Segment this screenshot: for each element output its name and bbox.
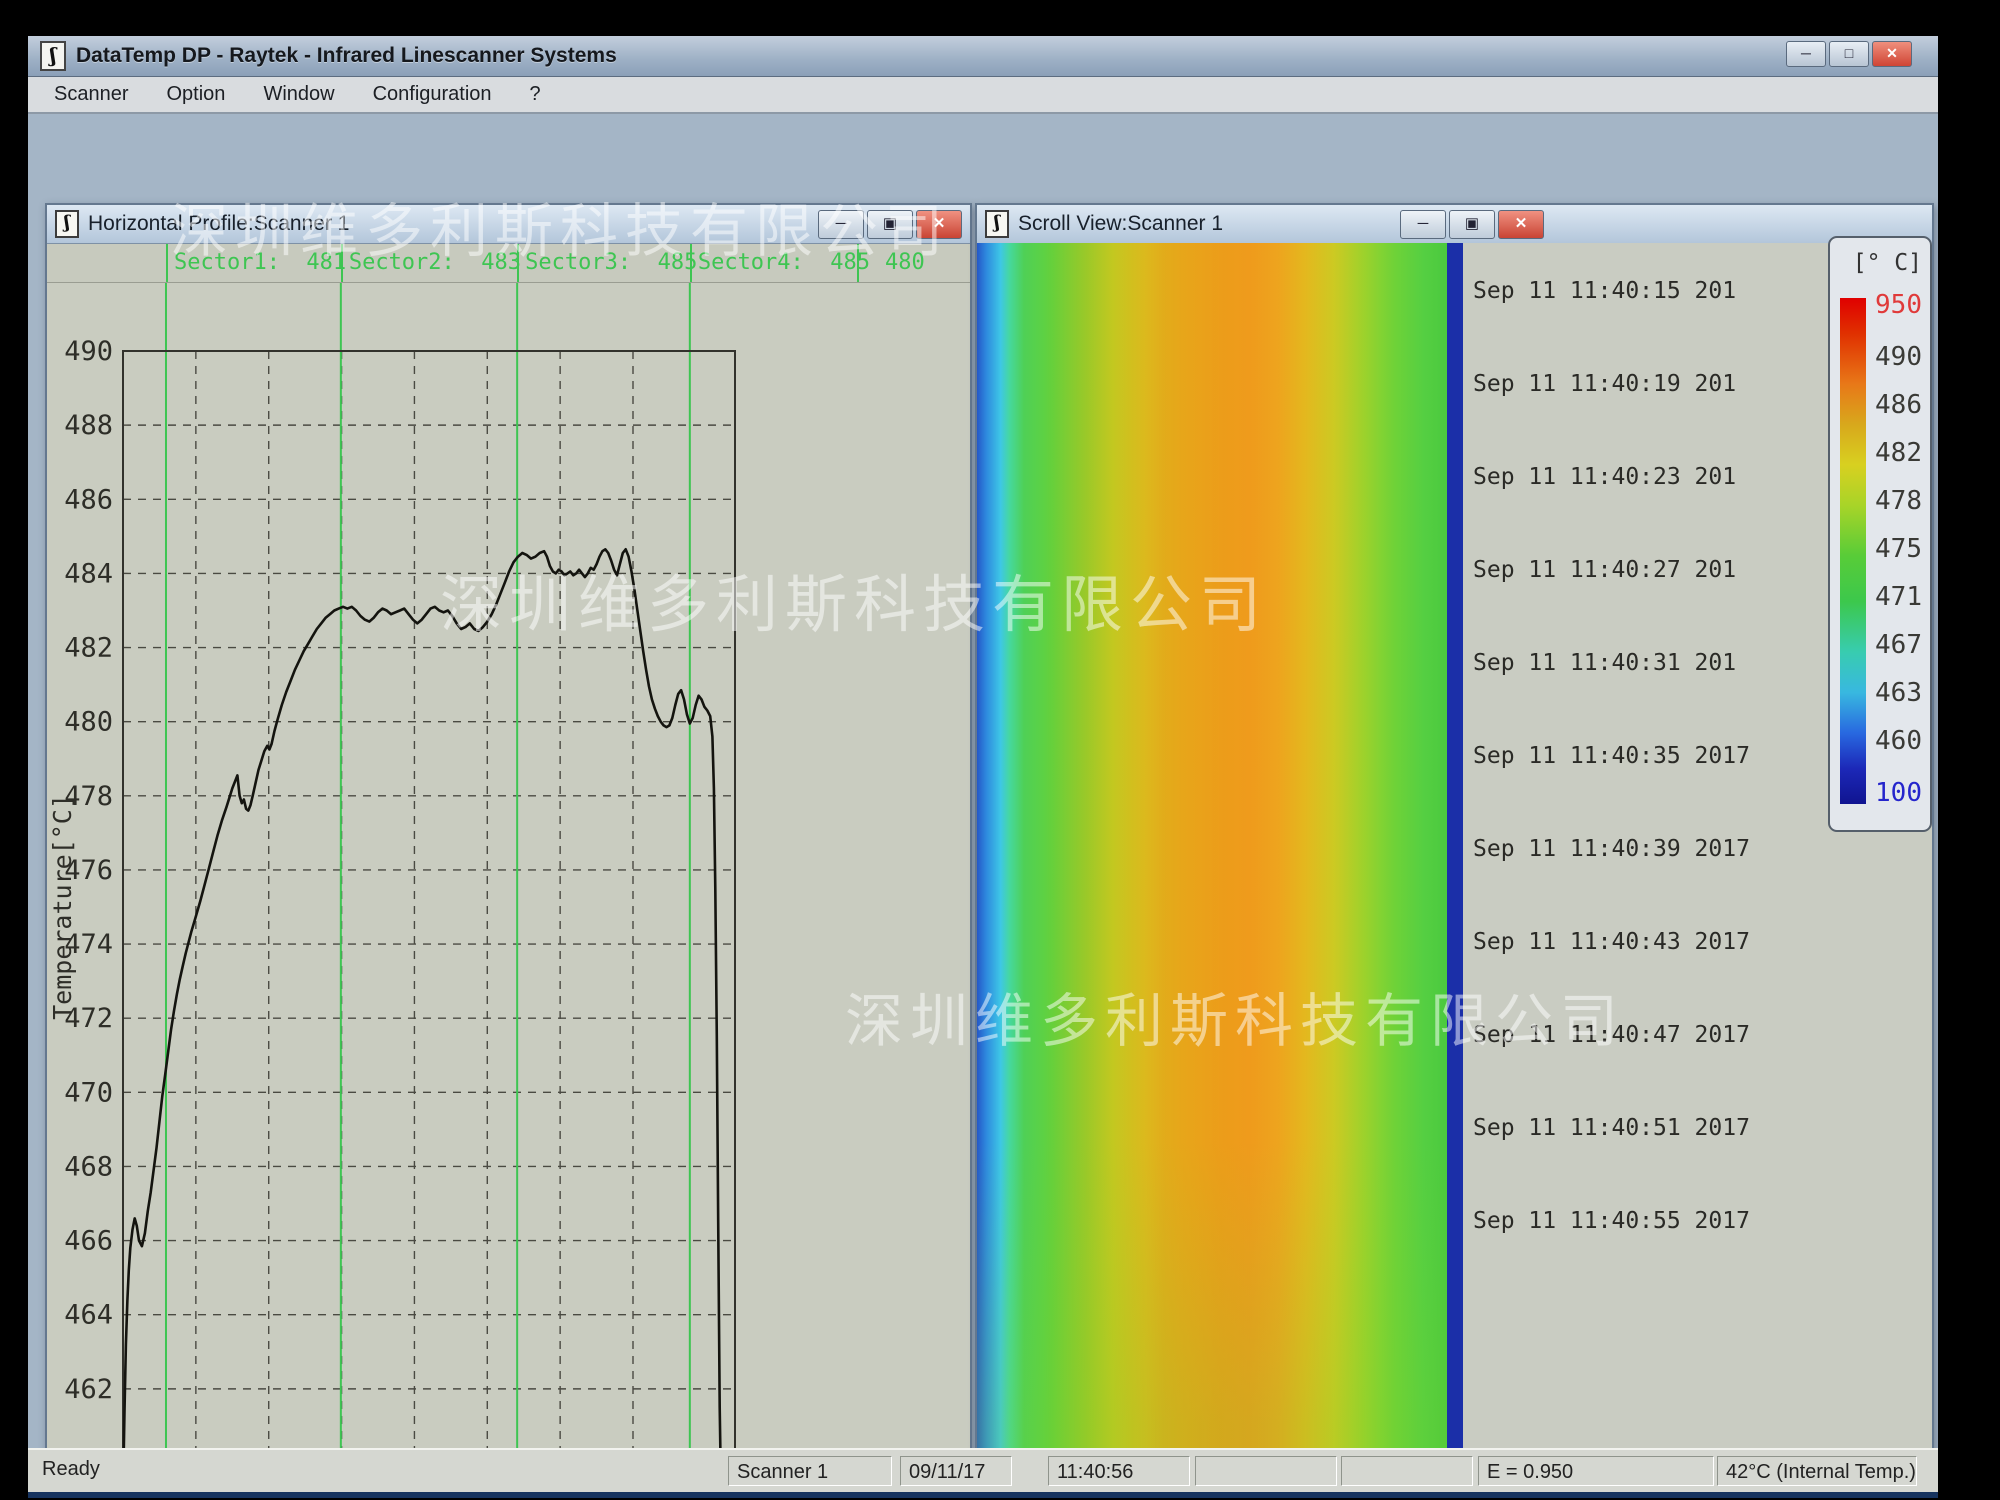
thermal-image-edge-stripe <box>1447 243 1463 1498</box>
sector-divider <box>166 244 168 282</box>
scan-timestamp: Sep 11 11:40:19 201 <box>1473 371 1736 397</box>
main-titlebar: ʃ DataTemp DP - Raytek - Infrared Linesc… <box>28 36 1938 77</box>
scan-timestamp: Sep 11 11:40:23 201 <box>1473 464 1736 490</box>
profile-window-controls: ─ ▣ ✕ <box>818 210 962 239</box>
profile-chart-svg: 4604624644664684704724744764784804824844… <box>47 283 966 1498</box>
scale-tick-label: 471 <box>1875 582 1922 612</box>
scan-timestamp: Sep 11 11:40:55 2017 <box>1473 1208 1750 1234</box>
scale-tick-label: 463 <box>1875 678 1922 708</box>
close-button[interactable]: ✕ <box>1872 41 1912 67</box>
menu-item-help[interactable]: ? <box>530 83 541 106</box>
scan-timestamp: Sep 11 11:40:31 201 <box>1473 650 1736 676</box>
scan-timestamp: Sep 11 11:40:39 2017 <box>1473 836 1750 862</box>
app-title: DataTemp DP - Raytek - Infrared Linescan… <box>76 44 617 68</box>
main-window-controls: ─ □ ✕ <box>1786 41 1912 67</box>
status-time: 11:40:56 <box>1048 1456 1190 1486</box>
status-ready: Ready <box>42 1458 100 1481</box>
scan-timestamp: Sep 11 11:40:51 2017 <box>1473 1115 1750 1141</box>
maximize-button[interactable]: □ <box>1829 41 1869 67</box>
profile-window-title: Horizontal Profile:Scanner 1 <box>88 212 349 236</box>
scroll-window-title: Scroll View:Scanner 1 <box>1018 212 1223 236</box>
app-icon: ʃ <box>40 41 66 71</box>
mdi-area: ʃ Horizontal Profile:Scanner 1 ─ ▣ ✕ Sec… <box>28 114 1938 1448</box>
scale-unit-label: [° C] <box>1853 250 1922 276</box>
temperature-scale-panel: [° C] 950 490 486 482 478 475 471 467 463 460 100 <box>1828 236 1932 832</box>
scale-tick-label: 460 <box>1875 726 1922 756</box>
profile-window-icon: ʃ <box>55 210 79 238</box>
scan-timestamp: Sep 11 11:40:43 2017 <box>1473 929 1750 955</box>
scale-tick-label: 467 <box>1875 630 1922 660</box>
sector-value-strip: Sector1: 481Sector2: 483Sector3: 485Sect… <box>47 244 970 283</box>
menu-item-scanner[interactable]: Scanner <box>54 83 129 106</box>
scroll-window-controls: ─ ▣ ✕ <box>1400 210 1544 239</box>
monitor-screen: ʃ DataTemp DP - Raytek - Infrared Linesc… <box>28 36 1938 1498</box>
menu-item-window[interactable]: Window <box>263 83 334 106</box>
scan-timestamp: Sep 11 11:40:27 201 <box>1473 557 1736 583</box>
scale-tick-label: 490 <box>1875 342 1922 372</box>
sector-value-4: Sector4: 485 <box>698 250 870 275</box>
color-scale-bar <box>1840 298 1866 804</box>
menu-item-configuration[interactable]: Configuration <box>373 83 492 106</box>
temperature-profile-chart: 4604624644664684704724744764784804824844… <box>47 283 966 1498</box>
thermal-scroll-image <box>977 243 1447 1498</box>
profile-minimize-button[interactable]: ─ <box>818 210 864 239</box>
status-scanner: Scanner 1 <box>728 1456 892 1486</box>
status-emissivity: E = 0.950 <box>1478 1456 1714 1486</box>
scan-timestamp: Sep 11 11:40:35 2017 <box>1473 743 1750 769</box>
horizontal-profile-window: ʃ Horizontal Profile:Scanner 1 ─ ▣ ✕ Sec… <box>45 203 972 1498</box>
menu-bar: Scanner Option Window Configuration? <box>28 77 1938 114</box>
scale-tick-label: 482 <box>1875 438 1922 468</box>
status-date: 09/11/17 <box>900 1456 1012 1486</box>
svg-text:Temperature[°C]: Temperature[°C] <box>48 794 77 1020</box>
svg-text:490: 490 <box>64 336 113 367</box>
profile-close-button[interactable]: ✕ <box>916 210 962 239</box>
svg-text:484: 484 <box>64 558 113 589</box>
status-empty-cell-1 <box>1195 1456 1337 1486</box>
scroll-minimize-button[interactable]: ─ <box>1400 210 1446 239</box>
status-internal-temp: 42°C (Internal Temp.) <box>1717 1456 1917 1486</box>
scroll-titlebar[interactable]: ʃ Scroll View:Scanner 1 ─ ▣ ✕ <box>977 205 1932 244</box>
status-empty-cell-2 <box>1341 1456 1473 1486</box>
svg-text:468: 468 <box>64 1151 113 1182</box>
scale-tick-label: 486 <box>1875 390 1922 420</box>
menu-item-option[interactable]: Option <box>167 83 226 106</box>
scale-max-label: 950 <box>1875 290 1922 320</box>
profile-restore-button[interactable]: ▣ <box>867 210 913 239</box>
svg-text:462: 462 <box>64 1374 113 1405</box>
svg-text:486: 486 <box>64 484 113 515</box>
scale-tick-label: 478 <box>1875 486 1922 516</box>
scale-tick-label: 475 <box>1875 534 1922 564</box>
svg-text:482: 482 <box>64 633 113 664</box>
status-bar: Ready Scanner 1 09/11/17 11:40:56 E = 0.… <box>28 1448 1938 1494</box>
svg-text:470: 470 <box>64 1077 113 1108</box>
svg-text:488: 488 <box>64 410 113 441</box>
sector-value-1: Sector1: 481 <box>174 250 346 275</box>
scan-timestamp: Sep 11 11:40:15 201 <box>1473 278 1736 304</box>
scale-min-label: 100 <box>1875 778 1922 808</box>
profile-titlebar[interactable]: ʃ Horizontal Profile:Scanner 1 ─ ▣ ✕ <box>47 205 970 244</box>
sector-value-2: Sector2: 483 <box>349 250 521 275</box>
svg-text:480: 480 <box>64 707 113 738</box>
sector-extra-value: 480 <box>885 250 925 275</box>
scan-timestamp: Sep 11 11:40:47 2017 <box>1473 1022 1750 1048</box>
minimize-button[interactable]: ─ <box>1786 41 1826 67</box>
scroll-restore-button[interactable]: ▣ <box>1449 210 1495 239</box>
scroll-window-icon: ʃ <box>985 210 1009 238</box>
taskbar-sliver <box>28 1492 1938 1498</box>
sector-value-3: Sector3: 485 <box>525 250 697 275</box>
scroll-view-window: ʃ Scroll View:Scanner 1 ─ ▣ ✕ Sep 11 11:… <box>975 203 1934 1498</box>
svg-text:466: 466 <box>64 1226 113 1257</box>
scroll-close-button[interactable]: ✕ <box>1498 210 1544 239</box>
svg-text:464: 464 <box>64 1300 113 1331</box>
